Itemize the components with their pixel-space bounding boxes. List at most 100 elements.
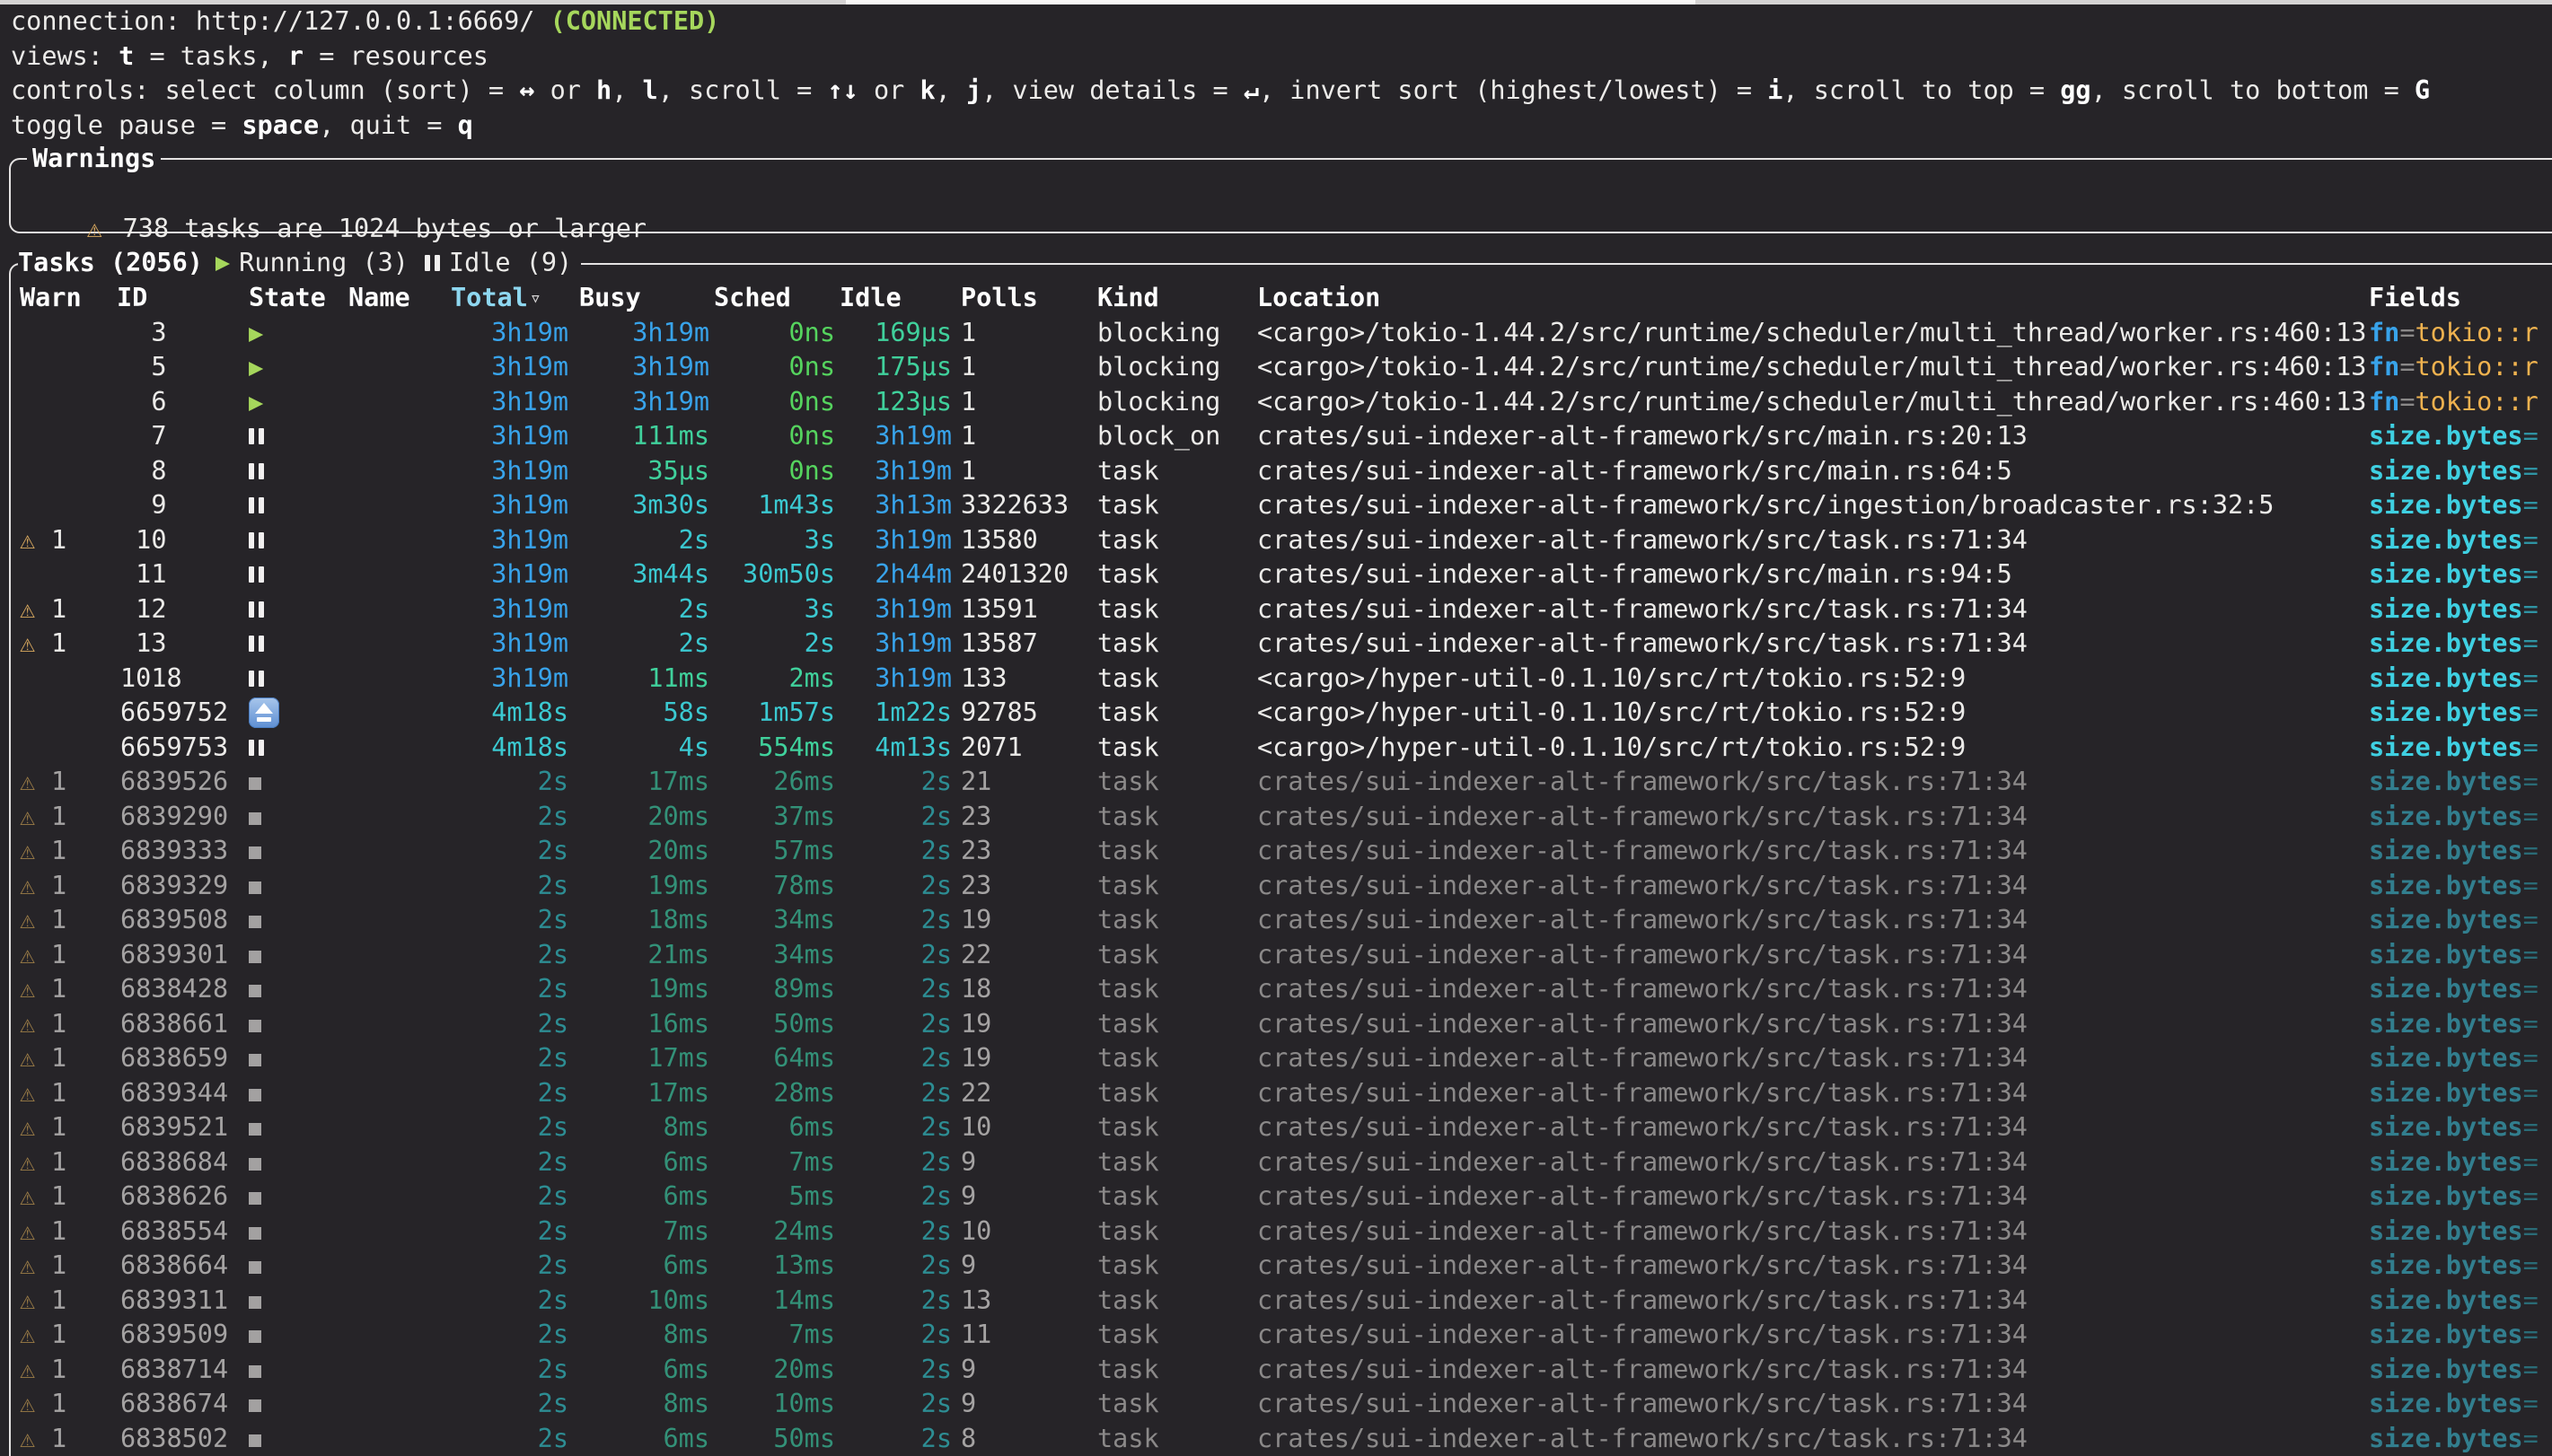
cell-total: 2s [427, 1110, 568, 1145]
task-row[interactable]: 93h19m3m30s1m43s3h13m3322633taskcrates/s… [0, 488, 2552, 523]
column-header-busy[interactable]: Busy [579, 281, 641, 316]
field-key: size.bytes [2369, 1009, 2523, 1039]
task-row[interactable]: ⚠168387142s6ms20ms2s9taskcrates/sui-inde… [0, 1353, 2552, 1388]
task-row[interactable]: ⚠168395082s18ms34ms2s19taskcrates/sui-in… [0, 903, 2552, 938]
cell-location: crates/sui-indexer-alt-framework/src/tas… [1257, 1422, 2371, 1456]
field-equals: = [2523, 663, 2539, 693]
cell-idle: 2s [853, 938, 952, 973]
field-equals: = [2523, 767, 2539, 796]
cell-location: crates/sui-indexer-alt-framework/src/tas… [1257, 1249, 2371, 1284]
cell-sched: 89ms [718, 972, 835, 1007]
task-row[interactable]: ⚠168395212s8ms6ms2s10taskcrates/sui-inde… [0, 1110, 2552, 1145]
cell-state: ▶ [249, 350, 348, 386]
task-row[interactable]: 6▶3h19m3h19m0ns123µs1blocking<cargo>/tok… [0, 385, 2552, 420]
column-header-state[interactable]: State [249, 281, 326, 316]
cell-polls: 9 [961, 1353, 1096, 1388]
cell-sched: 10ms [718, 1387, 835, 1422]
task-row[interactable]: ⚠168386612s16ms50ms2s19taskcrates/sui-in… [0, 1007, 2552, 1042]
warning-triangle-icon: ⚠ [20, 1180, 51, 1215]
pause-icon [249, 627, 264, 662]
task-row[interactable]: 10183h19m11ms2ms3h19m133task<cargo>/hype… [0, 662, 2552, 697]
task-row[interactable]: 113h19m3m44s30m50s2h44m2401320taskcrates… [0, 557, 2552, 592]
task-row[interactable]: ⚠168385542s7ms24ms2s10taskcrates/sui-ind… [0, 1215, 2552, 1250]
task-row[interactable]: ⚠168386742s8ms10ms2s9taskcrates/sui-inde… [0, 1387, 2552, 1422]
controls-line: controls: select column (sort) = ↔ or h,… [11, 74, 2430, 109]
task-row[interactable]: ⚠168393442s17ms28ms2s22taskcrates/sui-in… [0, 1076, 2552, 1111]
field-key: size.bytes [2369, 1355, 2523, 1384]
field-key: size.bytes [2369, 1216, 2523, 1246]
cell-polls: 22 [961, 1076, 1096, 1111]
cell-location: <cargo>/hyper-util-0.1.10/src/rt/tokio.r… [1257, 696, 2371, 731]
task-row[interactable]: ⚠1 103h19m2s3s3h19m13580taskcrates/sui-i… [0, 523, 2552, 558]
column-header-id[interactable]: ID [117, 281, 147, 316]
pause-icon [249, 419, 264, 454]
cell-task-id: 6838674 [120, 1387, 246, 1422]
task-row[interactable]: 5▶3h19m3h19m0ns175µs1blocking<cargo>/tok… [0, 350, 2552, 385]
task-row[interactable]: 73h19m111ms0ns3h19m1block_oncrates/sui-i… [0, 419, 2552, 454]
cell-idle: 2s [853, 1180, 952, 1215]
window-chrome-tab [846, 0, 1695, 4]
cell-task-id: 6838502 [120, 1422, 246, 1456]
task-row[interactable]: ⚠1 123h19m2s3s3h19m13591taskcrates/sui-i… [0, 592, 2552, 627]
task-row[interactable]: 66597534m18s4s554ms4m13s2071task<cargo>/… [0, 731, 2552, 766]
warning-triangle-icon: ⚠ [20, 523, 51, 558]
field-key: fn [2369, 318, 2399, 347]
cell-warn: ⚠1 [20, 1422, 110, 1456]
cell-location: crates/sui-indexer-alt-framework/src/tas… [1257, 1110, 2371, 1145]
task-row[interactable]: ⚠168395262s17ms26ms2s21taskcrates/sui-in… [0, 765, 2552, 800]
cell-total: 2s [427, 1284, 568, 1319]
field-equals: = [2399, 387, 2415, 417]
task-row[interactable]: ⚠1 133h19m2s2s3h19m13587taskcrates/sui-i… [0, 627, 2552, 662]
cell-polls: 2071 [961, 731, 1096, 766]
warning-triangle-icon: ⚠ [20, 834, 51, 869]
cell-total: 3h19m [427, 350, 568, 385]
column-header-fields[interactable]: Fields [2369, 281, 2461, 316]
cell-idle: 2s [853, 1387, 952, 1422]
task-row[interactable]: ⚠168386842s6ms7ms2s9taskcrates/sui-index… [0, 1145, 2552, 1180]
task-row[interactable]: ⚠168393112s10ms14ms2s13taskcrates/sui-in… [0, 1284, 2552, 1319]
column-header-idle[interactable]: Idle [840, 281, 902, 316]
column-header-total-sorted[interactable]: Total▿ [451, 281, 541, 317]
stopped-icon [249, 1227, 261, 1240]
task-row[interactable]: ⚠168386262s6ms5ms2s9taskcrates/sui-index… [0, 1180, 2552, 1215]
warning-triangle-icon: ⚠ [20, 765, 51, 800]
warn-count: 1 [51, 628, 66, 658]
task-row[interactable]: ⚠168386592s17ms64ms2s19taskcrates/sui-in… [0, 1041, 2552, 1076]
column-header-kind[interactable]: Kind [1097, 281, 1159, 316]
idle-count-label: Idle (9) [449, 246, 572, 281]
cell-warn: ⚠1 [20, 1318, 110, 1353]
cell-kind: task [1097, 903, 1254, 938]
task-row[interactable]: ⚠168393012s21ms34ms2s22taskcrates/sui-in… [0, 938, 2552, 973]
task-row[interactable]: 3▶3h19m3h19m0ns169µs1blocking<cargo>/tok… [0, 316, 2552, 351]
column-header-location[interactable]: Location [1257, 281, 1380, 316]
task-row[interactable]: ⚠168384282s19ms89ms2s18taskcrates/sui-in… [0, 972, 2552, 1007]
cell-busy: 8ms [584, 1110, 709, 1145]
cell-busy: 20ms [584, 834, 709, 869]
column-header-polls[interactable]: Polls [961, 281, 1038, 316]
column-header-name[interactable]: Name [348, 281, 410, 316]
cell-sched: 7ms [718, 1145, 835, 1180]
warning-triangle-icon: ⚠ [20, 972, 51, 1007]
warning-triangle-icon: ⚠ [87, 212, 123, 247]
cell-warn: ⚠1 [20, 627, 110, 662]
cell-task-id: 6659753 [120, 731, 246, 766]
task-row[interactable]: ⚠168385022s6ms50ms2s8taskcrates/sui-inde… [0, 1422, 2552, 1456]
task-row[interactable]: 83h19m35µs0ns3h19m1taskcrates/sui-indexe… [0, 454, 2552, 489]
task-row[interactable]: ⚠168386642s6ms13ms2s9taskcrates/sui-inde… [0, 1249, 2552, 1284]
field-equals: = [2523, 1424, 2539, 1453]
warn-count: 1 [51, 1216, 66, 1246]
cell-idle: 2s [853, 869, 952, 904]
cell-sched: 0ns [718, 350, 835, 385]
task-row[interactable]: ⚠168393332s20ms57ms2s23taskcrates/sui-in… [0, 834, 2552, 869]
task-row[interactable]: 66597524m18s58s1m57s1m22s92785task<cargo… [0, 696, 2552, 731]
cell-polls: 10 [961, 1110, 1096, 1145]
cell-polls: 10 [961, 1215, 1096, 1250]
task-row[interactable]: ⚠168392902s20ms37ms2s23taskcrates/sui-in… [0, 800, 2552, 835]
column-header-sched[interactable]: Sched [714, 281, 791, 316]
task-row[interactable]: ⚠168395092s8ms7ms2s11taskcrates/sui-inde… [0, 1318, 2552, 1353]
running-icon: ▶ [249, 320, 263, 347]
column-header-warn[interactable]: Warn [20, 281, 82, 316]
cell-total: 2s [427, 1318, 568, 1353]
cell-task-id: 6839344 [120, 1076, 246, 1111]
task-row[interactable]: ⚠168393292s19ms78ms2s23taskcrates/sui-in… [0, 869, 2552, 904]
